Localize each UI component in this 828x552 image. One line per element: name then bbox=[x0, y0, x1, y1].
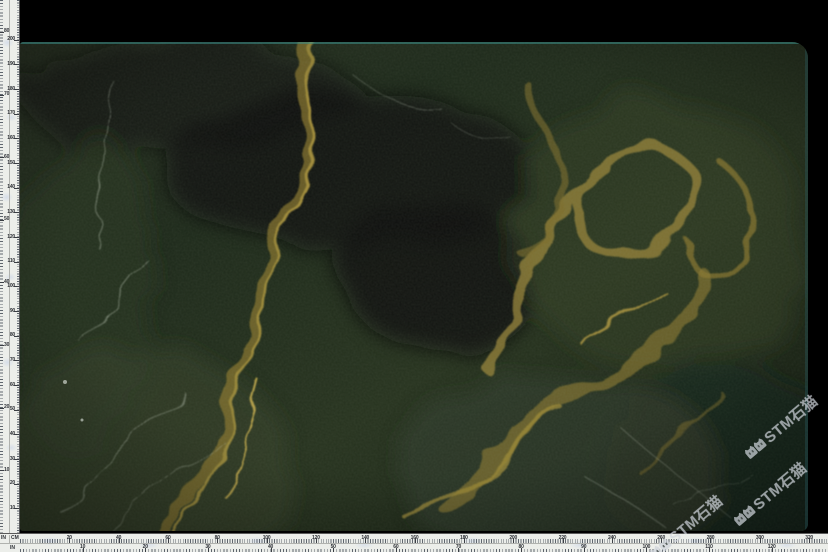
vertical-ruler-in-label: 20 bbox=[4, 405, 9, 410]
vertical-ruler-in-major-tick bbox=[0, 220, 4, 221]
vertical-ruler-in-label: 50 bbox=[4, 217, 9, 222]
vertical-ruler-in-label: 60 bbox=[4, 155, 9, 160]
vertical-ruler-cm-major-tick bbox=[14, 360, 19, 361]
vertical-ruler-cm-major-tick bbox=[14, 434, 19, 435]
horizontal-ruler-cm-major-tick bbox=[267, 538, 268, 543]
corner-unit-cm: CM bbox=[11, 535, 19, 542]
vertical-ruler-in-major-tick bbox=[0, 408, 4, 409]
vertical-ruler-cm-ticks bbox=[17, 0, 20, 533]
vertical-ruler-cm-major-tick bbox=[14, 89, 19, 90]
horizontal-ruler-cm-major-tick bbox=[661, 538, 662, 543]
horizontal-ruler-in-major-tick bbox=[709, 548, 710, 552]
horizontal-ruler-cm-major-tick bbox=[513, 538, 514, 543]
horizontal-ruler-in-major-tick bbox=[271, 548, 272, 552]
horizontal-ruler-cm-major-tick bbox=[563, 538, 564, 543]
vertical-ruler-in-label: 10 bbox=[4, 468, 9, 473]
horizontal-ruler-cm-major-tick bbox=[809, 538, 810, 543]
horizontal-ruler-in-major-tick bbox=[208, 548, 209, 552]
vertical-ruler-cm-major-tick bbox=[14, 188, 19, 189]
vertical-ruler-in-major-tick bbox=[0, 345, 4, 346]
vertical-ruler-cm-major-tick bbox=[14, 484, 19, 485]
vertical-ruler-cm-major-tick bbox=[14, 237, 19, 238]
vertical-ruler-cm-major-tick bbox=[14, 385, 19, 386]
horizontal-ruler-in-major-tick bbox=[584, 548, 585, 552]
vertical-ruler-in-major-tick bbox=[0, 157, 4, 158]
horizontal-ruler-in-major-tick bbox=[772, 548, 773, 552]
horizontal-ruler-cm-major-tick bbox=[760, 538, 761, 543]
horizontal-ruler-cm-major-tick bbox=[464, 538, 465, 543]
horizontal-ruler: IN CM IN 2040608010012014016018020022024… bbox=[0, 533, 828, 552]
horizontal-ruler-cm-major-tick bbox=[415, 538, 416, 543]
vertical-ruler-in-label: 30 bbox=[4, 343, 9, 348]
horizontal-ruler-cm-major-tick bbox=[119, 538, 120, 543]
slab-photo bbox=[20, 42, 808, 531]
vertical-ruler-divider bbox=[9, 0, 10, 533]
vertical-ruler: 2001901801701601501401301201101009080706… bbox=[0, 0, 20, 533]
vertical-ruler-cm-major-tick bbox=[14, 114, 19, 115]
ruler-corner-units: IN CM bbox=[0, 535, 20, 543]
slab-viewer: 2001901801701601501401301201101009080706… bbox=[0, 0, 828, 552]
vertical-ruler-cm-major-tick bbox=[14, 336, 19, 337]
vertical-ruler-cm-major-tick bbox=[14, 311, 19, 312]
vertical-ruler-in-major-tick bbox=[0, 470, 4, 471]
vertical-ruler-cm-major-tick bbox=[14, 163, 19, 164]
vertical-ruler-in-label: 70 bbox=[4, 92, 9, 97]
horizontal-ruler-cm-major-tick bbox=[168, 538, 169, 543]
vertical-ruler-in-major-tick bbox=[0, 32, 4, 33]
corner-divider bbox=[9, 535, 10, 543]
horizontal-ruler-in-major-tick bbox=[396, 548, 397, 552]
corner-unit-in: IN bbox=[1, 535, 6, 542]
horizontal-ruler-divider bbox=[0, 543, 828, 544]
horizontal-ruler-in-major-tick bbox=[521, 548, 522, 552]
horizontal-ruler-in-major-tick bbox=[646, 548, 647, 552]
vertical-ruler-cm-major-tick bbox=[14, 64, 19, 65]
vertical-ruler-in-label: 40 bbox=[4, 280, 9, 285]
horizontal-ruler-cm-major-tick bbox=[69, 538, 70, 543]
vertical-ruler-cm-major-tick bbox=[14, 262, 19, 263]
vertical-ruler-cm-major-tick bbox=[14, 459, 19, 460]
vertical-ruler-cm-major-tick bbox=[14, 212, 19, 213]
ruler-corner-in: IN bbox=[10, 544, 15, 552]
vertical-ruler-cm-major-tick bbox=[14, 410, 19, 411]
vertical-ruler-in-major-tick bbox=[0, 95, 4, 96]
horizontal-ruler-cm-major-tick bbox=[612, 538, 613, 543]
horizontal-ruler-cm-major-tick bbox=[710, 538, 711, 543]
vertical-ruler-cm-major-tick bbox=[14, 508, 19, 509]
horizontal-ruler-cm-major-tick bbox=[217, 538, 218, 543]
vertical-ruler-cm-major-tick bbox=[14, 40, 19, 41]
horizontal-ruler-in-major-tick bbox=[458, 548, 459, 552]
vertical-ruler-in-label: 80 bbox=[4, 29, 9, 34]
vertical-ruler-cm-major-tick bbox=[14, 286, 19, 287]
vertical-ruler-in-major-tick bbox=[0, 282, 4, 283]
horizontal-ruler-cm-major-tick bbox=[365, 538, 366, 543]
horizontal-ruler-in-major-tick bbox=[83, 548, 84, 552]
vertical-ruler-cm-major-tick bbox=[14, 138, 19, 139]
vertical-ruler-inch-ticks bbox=[0, 0, 3, 533]
horizontal-ruler-in-major-tick bbox=[145, 548, 146, 552]
horizontal-ruler-in-major-tick bbox=[333, 548, 334, 552]
slab-texture bbox=[20, 42, 808, 531]
horizontal-ruler-cm-major-tick bbox=[316, 538, 317, 543]
